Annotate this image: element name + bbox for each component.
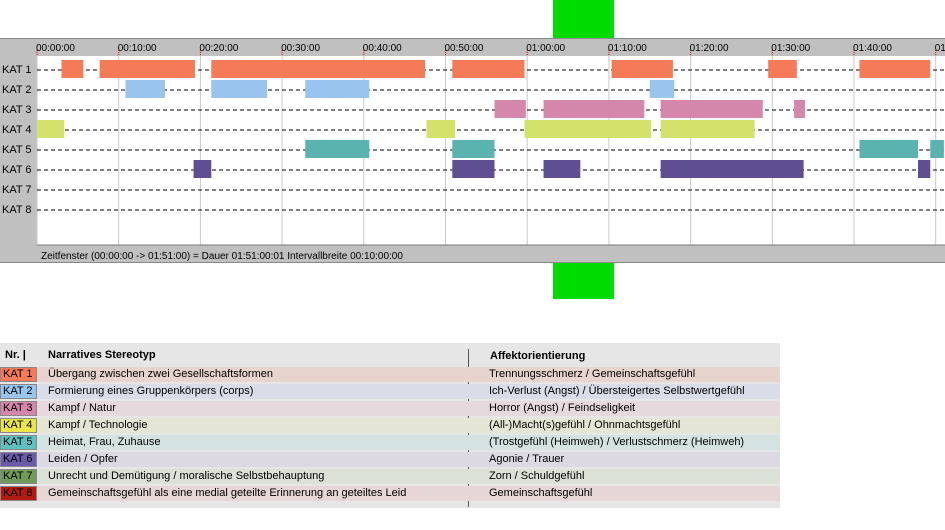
segment-kat-3 <box>794 100 805 118</box>
green-marker-top <box>553 0 614 38</box>
legend-row-kat-3: KAT 3 Kampf / Natur Horror (Angst) / Feind… <box>0 401 780 416</box>
legend-affect-kat-3: Horror (Angst) / Feindseligkeit <box>489 402 636 414</box>
segment-kat-1 <box>611 60 673 78</box>
segment-kat-6 <box>543 160 581 178</box>
segment-kat-4 <box>660 120 755 138</box>
segment-kat-2 <box>125 80 165 98</box>
segment-kat-5 <box>452 140 495 158</box>
legend-affect-kat-2: Ich-Verlust (Angst) / Übersteigertes Sel… <box>489 385 745 397</box>
segment-kat-6 <box>660 160 804 178</box>
row-label-kat-4: KAT 4 <box>2 124 32 136</box>
segment-kat-1 <box>211 60 426 78</box>
row-label-kat-7: KAT 7 <box>2 184 32 196</box>
segment-kat-3 <box>660 100 763 118</box>
legend-row-kat-2: KAT 2 Formierung eines Gruppenkörpers (co… <box>0 384 780 399</box>
segment-kat-4 <box>524 120 652 138</box>
legend-stereotype-kat-6: Leiden / Opfer <box>48 453 118 465</box>
legend-stereotype-kat-3: Kampf / Natur <box>48 402 116 414</box>
legend-stereotype-kat-7: Unrecht und Demütigung / moralische Selb… <box>48 470 325 482</box>
legend-swatch-kat-5: KAT 5 <box>0 435 37 450</box>
legend-row-kat-4: KAT 4 Kampf / Technologie (All-)Macht(s)ge… <box>0 418 780 433</box>
x-tick-label: 01:30:00 <box>771 43 810 54</box>
legend-swatch-kat-1: KAT 1 <box>0 367 37 382</box>
legend-swatch-kat-3: KAT 3 <box>0 401 37 416</box>
legend-swatch-kat-4: KAT 4 <box>0 418 37 433</box>
row-label-kat-1: KAT 1 <box>2 64 32 76</box>
segment-kat-5 <box>930 140 944 158</box>
legend-stereotype-kat-2: Formierung eines Gruppenkörpers (corps) <box>48 385 254 397</box>
segment-kat-4 <box>426 120 456 138</box>
legend-row-kat-7: KAT 7 Unrecht und Demütigung / moralische… <box>0 469 780 484</box>
legend-affect-kat-5: (Trostgefühl (Heimweh) / Verlustschmerz … <box>489 436 745 448</box>
legend-stereotype-kat-8: Gemeinschaftsgefühl als eine medial gete… <box>48 487 407 499</box>
green-marker-bottom <box>553 263 614 299</box>
status-bar-text: Zeitfenster (00:00:00 -> 01:51:00) = Dau… <box>41 251 403 262</box>
x-tick-label: 01:40:00 <box>853 43 892 54</box>
legend-stereotype-kat-4: Kampf / Technologie <box>48 419 148 431</box>
legend-row-kat-6: KAT 6 Leiden / Opfer Agonie / Trauer <box>0 452 780 467</box>
legend-affect-kat-6: Agonie / Trauer <box>489 453 565 465</box>
x-tick-label: 00:10:00 <box>118 43 157 54</box>
row-label-kat-3: KAT 3 <box>2 104 32 116</box>
legend-swatch-kat-2: KAT 2 <box>0 384 37 399</box>
row-label-kat-2: KAT 2 <box>2 84 32 96</box>
legend-header-affect: Affektorientierung <box>490 350 586 362</box>
x-tick-label: 00:30:00 <box>281 43 320 54</box>
x-tick-label: 00:40:00 <box>363 43 402 54</box>
timeline-panel: 00:00:00 00:10:00 00:20:00 00:30:00 00:40:00… <box>0 38 945 263</box>
segment-kat-1 <box>859 60 931 78</box>
segment-kat-6 <box>917 160 931 178</box>
legend-affect-kat-1: Trennungsschmerz / Gemeinschaftsgefühl <box>489 368 696 380</box>
legend-affect-kat-7: Zorn / Schuldgefühl <box>489 470 585 482</box>
legend-swatch-kat-7: KAT 7 <box>0 469 37 484</box>
segment-kat-1 <box>99 60 195 78</box>
category-legend: Nr. | Narratives Stereotyp Affektorienti… <box>0 343 780 508</box>
segment-kat-6 <box>193 160 212 178</box>
x-tick-label: 01:10:00 <box>608 43 647 54</box>
x-tick-label: 01 <box>935 43 945 54</box>
x-tick-label: 01:00:00 <box>526 43 565 54</box>
legend-affect-kat-4: (All-)Macht(s)gefühl / Ohnmachtsgefühl <box>489 419 681 431</box>
legend-row-kat-1: KAT 1 Übergang zwischen zwei Gesellschaft… <box>0 367 780 382</box>
x-tick-label: 00:50:00 <box>445 43 484 54</box>
legend-header-nr: Nr. | <box>5 349 26 361</box>
segment-kat-2 <box>649 80 675 98</box>
row-label-kat-6: KAT 6 <box>2 164 32 176</box>
legend-swatch-kat-6: KAT 6 <box>0 452 37 467</box>
legend-swatch-kat-8: KAT 8 <box>0 486 37 501</box>
segment-kat-5 <box>859 140 918 158</box>
legend-row-kat-8: KAT 8 Gemeinschaftsgefühl als eine medial… <box>0 486 780 501</box>
x-tick-label: 01:20:00 <box>690 43 729 54</box>
segment-kat-2 <box>305 80 370 98</box>
x-tick-label: 00:00:00 <box>36 43 75 54</box>
segment-kat-3 <box>494 100 526 118</box>
timeline-chart: 00:00:00 00:10:00 00:20:00 00:30:00 00:40:00… <box>2 43 945 262</box>
segment-kat-1 <box>768 60 797 78</box>
legend-stereotype-kat-5: Heimat, Frau, Zuhause <box>48 436 161 448</box>
segment-kat-3 <box>543 100 645 118</box>
segment-kat-1 <box>61 60 84 78</box>
row-label-kat-8: KAT 8 <box>2 204 32 216</box>
legend-header-stereotype: Narratives Stereotyp <box>48 349 156 361</box>
row-label-kat-5: KAT 5 <box>2 144 32 156</box>
legend-row-kat-5: KAT 5 Heimat, Frau, Zuhause (Trostgefühl (… <box>0 435 780 450</box>
segment-kat-2 <box>211 80 268 98</box>
x-tick-label: 00:20:00 <box>199 43 238 54</box>
segment-kat-6 <box>452 160 495 178</box>
legend-affect-kat-8: Gemeinschaftsgefühl <box>489 487 593 499</box>
segment-kat-5 <box>305 140 370 158</box>
segment-kat-1 <box>452 60 525 78</box>
legend-stereotype-kat-1: Übergang zwischen zwei Gesellschaftsform… <box>48 368 273 380</box>
segment-kat-4 <box>37 120 65 138</box>
